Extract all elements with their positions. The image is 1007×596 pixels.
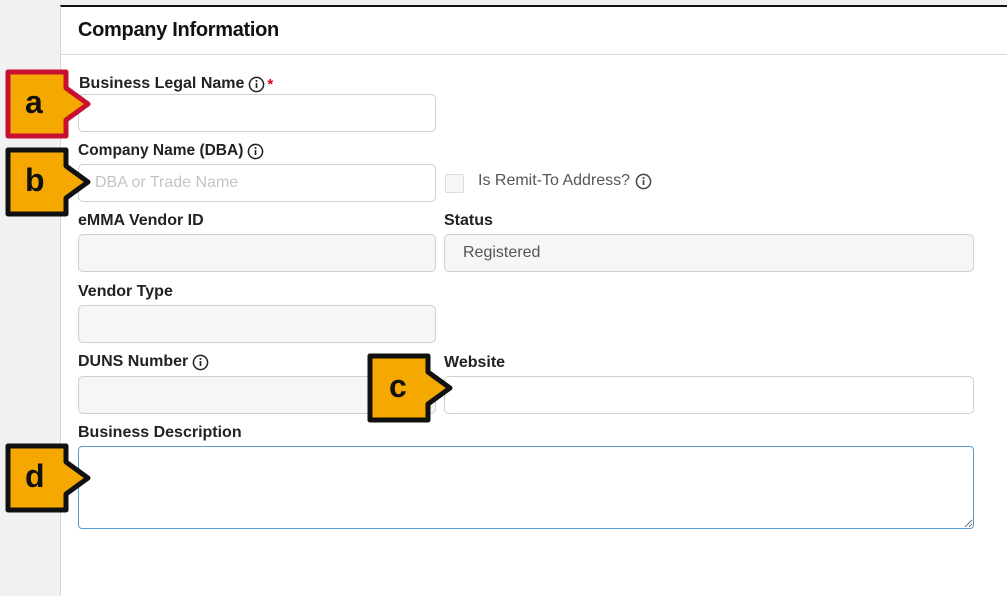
callout-arrow-shape xyxy=(5,69,91,139)
status-label: Status xyxy=(444,212,493,230)
status-input[interactable] xyxy=(444,234,974,272)
status-label-text: Status xyxy=(444,212,493,229)
callout-c: c xyxy=(362,352,462,424)
duns-number-label: DUNS Number xyxy=(78,353,209,371)
business-legal-name-input[interactable] xyxy=(78,94,436,132)
business-description-label-text: Business Description xyxy=(78,424,242,441)
info-icon[interactable] xyxy=(192,354,209,371)
callout-b-letter: b xyxy=(25,162,45,198)
emma-vendor-id-input[interactable] xyxy=(78,234,436,272)
vendor-type-label: Vendor Type xyxy=(78,283,173,301)
card-header: Company Information xyxy=(61,7,1007,55)
business-description-label: Business Description xyxy=(78,424,242,442)
callout-c-letter: c xyxy=(389,368,407,404)
callout-d-letter: d xyxy=(25,458,45,494)
company-name-dba-input[interactable] xyxy=(78,164,436,202)
callout-arrow-shape xyxy=(367,353,453,423)
business-description-textarea[interactable] xyxy=(78,446,974,529)
info-icon[interactable] xyxy=(248,76,265,93)
company-name-dba-label-text: Company Name (DBA) xyxy=(78,142,244,159)
business-legal-name-label-text: Business Legal Name xyxy=(79,75,245,92)
business-legal-name-label: Business Legal Name * xyxy=(79,75,273,93)
vendor-type-label-text: Vendor Type xyxy=(78,283,173,300)
callout-d: d xyxy=(0,442,100,514)
callout-b: b xyxy=(0,146,100,218)
vendor-type-input[interactable] xyxy=(78,305,436,343)
required-asterisk: * xyxy=(267,75,274,93)
duns-number-label-text: DUNS Number xyxy=(78,353,189,370)
callout-arrow-shape xyxy=(5,443,91,513)
website-input[interactable] xyxy=(444,376,974,414)
callout-arrow-shape xyxy=(5,147,91,217)
info-icon[interactable] xyxy=(635,173,652,190)
info-icon[interactable] xyxy=(247,143,264,160)
remit-to-label-text: Is Remit-To Address? xyxy=(478,172,631,189)
card-title: Company Information xyxy=(78,19,279,41)
callout-a: a xyxy=(0,68,100,140)
company-name-dba-label: Company Name (DBA) xyxy=(78,142,264,160)
remit-to-checkbox[interactable] xyxy=(445,174,464,193)
remit-to-label: Is Remit-To Address? xyxy=(478,172,652,190)
callout-a-letter: a xyxy=(25,84,43,120)
